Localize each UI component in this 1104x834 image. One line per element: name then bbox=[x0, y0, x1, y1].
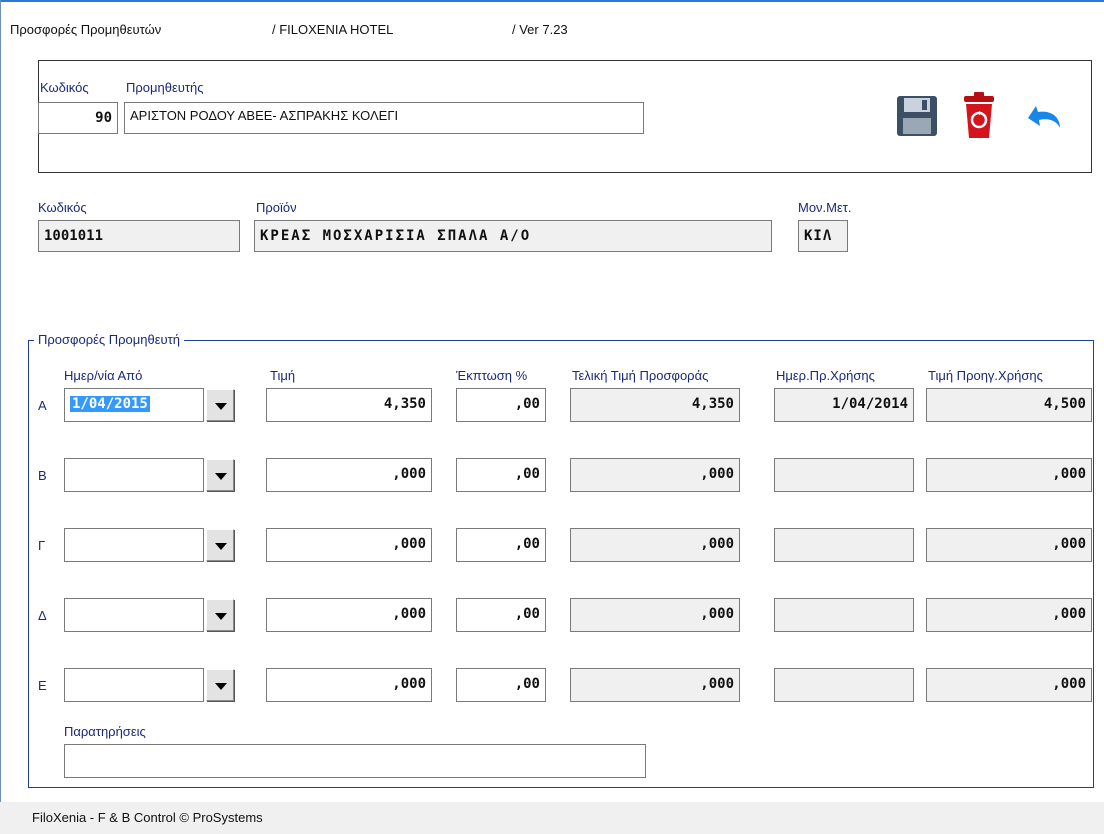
prev-use-date-field bbox=[774, 458, 914, 492]
version-label: / Ver 7.23 bbox=[512, 22, 568, 37]
product-name-label: Προϊόν bbox=[256, 200, 297, 215]
remarks-field[interactable] bbox=[64, 744, 646, 778]
price-field[interactable]: ,000 bbox=[266, 598, 432, 632]
discount-field[interactable]: ,00 bbox=[456, 458, 546, 492]
unit-field: ΚΙΛ bbox=[798, 220, 848, 252]
row-label: Ε bbox=[38, 678, 47, 693]
date-dropdown-button[interactable] bbox=[206, 389, 234, 421]
supplier-code-label: Κωδικός bbox=[40, 80, 89, 95]
chevron-down-icon bbox=[215, 473, 227, 480]
discount-field[interactable]: ,00 bbox=[456, 388, 546, 422]
product-name-field: ΚΡΕΑΣ ΜΟΣΧΑΡΙΣΙΑ ΣΠΑΛΑ Α/Ο bbox=[254, 220, 772, 252]
product-code-label: Κωδικός bbox=[38, 200, 87, 215]
undo-button[interactable] bbox=[1014, 84, 1072, 144]
col-prev-use-price: Τιμή Προηγ.Χρήσης bbox=[928, 368, 1043, 383]
final-price-field: ,000 bbox=[570, 458, 740, 492]
final-price-field: ,000 bbox=[570, 528, 740, 562]
prev-use-price-field: ,000 bbox=[926, 668, 1092, 702]
discount-field[interactable]: ,00 bbox=[456, 598, 546, 632]
col-prev-use-date: Ημερ.Πρ.Χρήσης bbox=[776, 368, 875, 383]
prev-use-date-field: 1/04/2014 bbox=[774, 388, 914, 422]
prev-use-date-field bbox=[774, 598, 914, 632]
chevron-down-icon bbox=[215, 403, 227, 410]
col-price: Τιμή bbox=[270, 368, 296, 383]
price-field[interactable]: ,000 bbox=[266, 668, 432, 702]
col-discount: Έκπτωση % bbox=[456, 368, 528, 383]
supplier-code-field[interactable]: 90 bbox=[38, 102, 118, 134]
price-field[interactable]: ,000 bbox=[266, 458, 432, 492]
prev-use-date-field bbox=[774, 528, 914, 562]
discount-field[interactable]: ,00 bbox=[456, 668, 546, 702]
final-price-field: ,000 bbox=[570, 598, 740, 632]
price-field[interactable]: ,000 bbox=[266, 528, 432, 562]
prev-use-price-field: ,000 bbox=[926, 528, 1092, 562]
col-date-from: Ημερ/νία Από bbox=[64, 368, 143, 383]
product-code-field: 1001011 bbox=[38, 220, 240, 252]
row-label: Α bbox=[38, 398, 47, 413]
discount-field[interactable]: ,00 bbox=[456, 528, 546, 562]
window-top-border bbox=[0, 0, 1104, 2]
chevron-down-icon bbox=[215, 683, 227, 690]
prev-use-price-field: ,000 bbox=[926, 598, 1092, 632]
save-button[interactable] bbox=[888, 84, 946, 144]
recycle-bin-icon bbox=[964, 92, 994, 138]
date-from-field[interactable] bbox=[64, 668, 204, 702]
prev-use-price-field: 4,500 bbox=[926, 388, 1092, 422]
prev-use-date-field bbox=[774, 668, 914, 702]
date-dropdown-button[interactable] bbox=[206, 599, 234, 631]
date-from-field[interactable]: 1/04/2015 bbox=[64, 388, 204, 422]
prev-use-price-field: ,000 bbox=[926, 458, 1092, 492]
footer-text: FiloXenia - F & B Control © ProSystems bbox=[32, 810, 263, 825]
supplier-name-field[interactable]: ΑΡΙΣΤΟΝ ΡΟΔΟΥ ΑΒΕΕ- ΑΣΠΡΑΚΗΣ ΚΟΛΕΓΙ bbox=[124, 102, 644, 134]
row-label: Δ bbox=[38, 608, 47, 623]
floppy-disk-icon bbox=[897, 96, 937, 136]
date-from-field[interactable] bbox=[64, 598, 204, 632]
delete-button[interactable] bbox=[950, 84, 1008, 144]
hotel-name: / FILOXENIA HOTEL bbox=[272, 22, 394, 37]
screen-title: Προσφορές Προμηθευτών bbox=[10, 22, 162, 37]
date-from-value: 1/04/2015 bbox=[70, 396, 150, 412]
chevron-down-icon bbox=[215, 613, 227, 620]
date-from-field[interactable] bbox=[64, 528, 204, 562]
row-label: Β bbox=[38, 468, 47, 483]
price-field[interactable]: 4,350 bbox=[266, 388, 432, 422]
date-dropdown-button[interactable] bbox=[206, 669, 234, 701]
offers-legend: Προσφορές Προμηθευτή bbox=[34, 332, 184, 347]
date-dropdown-button[interactable] bbox=[206, 459, 234, 491]
status-bar: FiloXenia - F & B Control © ProSystems bbox=[0, 802, 1104, 834]
undo-arrow-icon bbox=[1028, 106, 1060, 128]
date-dropdown-button[interactable] bbox=[206, 529, 234, 561]
col-final-price: Τελική Τιμή Προσφοράς bbox=[572, 368, 709, 383]
final-price-field: ,000 bbox=[570, 668, 740, 702]
window-left-border bbox=[0, 0, 1, 834]
final-price-field: 4,350 bbox=[570, 388, 740, 422]
supplier-name-label: Προμηθευτής bbox=[126, 80, 204, 95]
row-label: Γ bbox=[38, 538, 46, 553]
date-from-field[interactable] bbox=[64, 458, 204, 492]
remarks-label: Παρατηρήσεις bbox=[64, 724, 146, 739]
unit-label: Μον.Μετ. bbox=[798, 200, 852, 215]
chevron-down-icon bbox=[215, 543, 227, 550]
